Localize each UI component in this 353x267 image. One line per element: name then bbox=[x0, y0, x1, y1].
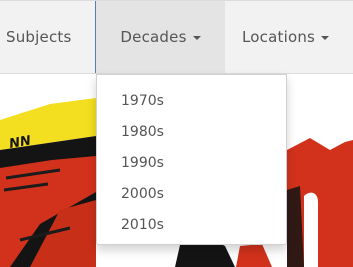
nav-subjects[interactable]: Subjects bbox=[0, 1, 95, 73]
nav-decades-label: Decades bbox=[120, 28, 187, 46]
nav-decades-dropdown-toggle[interactable]: Decades bbox=[95, 1, 225, 73]
page: NN Subjects Decades Locations 1970s 1980… bbox=[0, 0, 353, 267]
poster-red-bottom bbox=[236, 244, 272, 267]
caret-down-icon bbox=[321, 36, 330, 40]
menu-item-1990s[interactable]: 1990s bbox=[97, 148, 286, 179]
menu-item-2010s[interactable]: 2010s bbox=[97, 210, 286, 241]
menu-item-1980s[interactable]: 1980s bbox=[97, 117, 286, 148]
caret-down-icon bbox=[192, 36, 201, 40]
nav-locations-dropdown-toggle[interactable]: Locations bbox=[225, 1, 353, 73]
nav-subjects-label: Subjects bbox=[6, 28, 72, 46]
decades-dropdown-menu: 1970s 1980s 1990s 2000s 2010s bbox=[96, 74, 287, 245]
menu-item-1970s[interactable]: 1970s bbox=[97, 86, 286, 117]
menu-item-2000s[interactable]: 2000s bbox=[97, 179, 286, 210]
top-navigation-bar: Subjects Decades Locations bbox=[0, 0, 353, 74]
nav-locations-label: Locations bbox=[242, 28, 316, 46]
